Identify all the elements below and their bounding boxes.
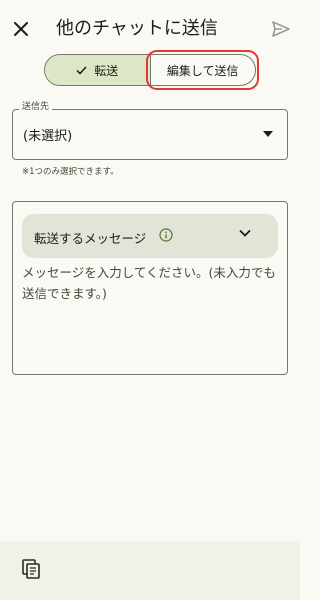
- destination-hint: ※1つのみ選択できます。: [22, 167, 119, 177]
- segment-forward-label: 転送: [94, 63, 119, 78]
- message-input[interactable]: メッセージを入力してください。(未入力でも送信できます。): [22, 262, 284, 304]
- dropdown-arrow-icon: [263, 131, 273, 137]
- send-button[interactable]: [270, 18, 292, 40]
- forwarded-message-label: 転送するメッセージ: [34, 231, 147, 246]
- segment-edit-and-send-label: 編集して送信: [166, 63, 239, 78]
- segment-edit-and-send[interactable]: 編集して送信: [151, 55, 256, 85]
- page-title: 他のチャットに送信: [56, 18, 218, 39]
- forwarded-message-header[interactable]: 転送するメッセージ: [22, 214, 278, 258]
- copy-icon[interactable]: [21, 558, 43, 580]
- close-icon: [14, 22, 28, 36]
- destination-value: (未選択): [23, 129, 73, 144]
- check-icon: [76, 65, 87, 75]
- send-to-other-chat-screen: 他のチャットに送信 転送 編集して送信 (未選択) 送信先 ※1つのみ選択できま…: [0, 0, 300, 600]
- send-icon: [272, 21, 290, 37]
- top-app-bar: 他のチャットに送信: [0, 0, 300, 56]
- mode-segmented-control: 転送 編集して送信: [44, 54, 256, 86]
- destination-dropdown[interactable]: (未選択): [12, 109, 288, 160]
- bottom-bar: [0, 541, 300, 600]
- close-button[interactable]: [10, 18, 32, 40]
- info-icon[interactable]: [159, 228, 173, 242]
- chevron-down-icon[interactable]: [239, 229, 251, 237]
- destination-label: 送信先: [19, 101, 53, 113]
- segment-forward[interactable]: 転送: [45, 55, 151, 85]
